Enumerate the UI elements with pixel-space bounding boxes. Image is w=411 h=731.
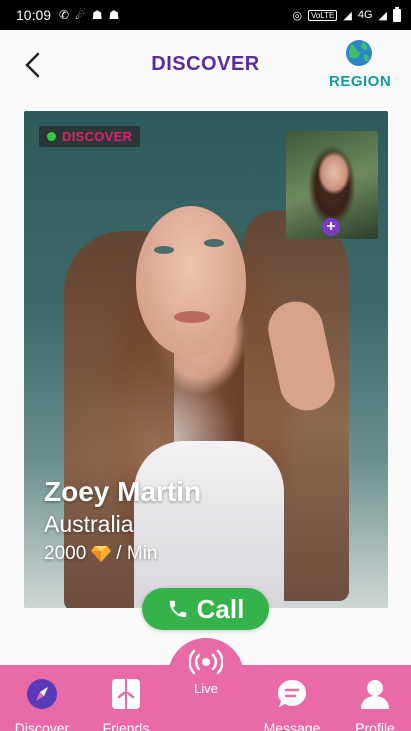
system-icons: ◎ VoLTE ◢ 4G ◢ xyxy=(292,6,401,22)
message-icon xyxy=(278,680,306,707)
battery-icon xyxy=(393,6,401,22)
online-dot-icon xyxy=(47,132,56,141)
network-type: 4G xyxy=(357,9,373,21)
photo-eye-left xyxy=(154,246,174,254)
discover-badge: DISCOVER xyxy=(39,126,141,147)
add-photo-icon[interactable]: + xyxy=(322,218,340,236)
secondary-photo-thumbnail[interactable]: + xyxy=(286,131,378,239)
phone-icon xyxy=(169,600,186,618)
profile-name: Zoey Martin xyxy=(44,476,202,507)
diamond-icon xyxy=(91,546,112,562)
status-bar: 10:09 ✆ ☄ ☗ ☗ ◎ VoLTE ◢ 4G ◢ xyxy=(0,0,411,30)
nav-discover[interactable]: Discover xyxy=(2,665,82,731)
nav-profile[interactable]: Profile xyxy=(335,665,411,731)
globe-icon xyxy=(346,40,372,66)
call-rate: 2000 / Min xyxy=(44,543,201,565)
badge-label: DISCOVER xyxy=(62,129,133,144)
notification-icons: ✆ ☄ ☗ ☗ xyxy=(59,8,119,22)
profile-info: Zoey Martin Australia 2000 / Min xyxy=(44,476,201,565)
live-broadcast-icon xyxy=(188,649,224,675)
nav-label: Discover xyxy=(14,720,70,731)
nav-friends[interactable]: Friends xyxy=(86,665,166,731)
call-button[interactable]: Call xyxy=(142,588,269,630)
nav-message[interactable]: Message xyxy=(252,665,332,731)
whatsapp-icon: ✆ xyxy=(59,8,70,22)
photo-eye-right xyxy=(204,239,224,247)
friends-icon xyxy=(112,679,140,709)
hotspot-icon: ◎ xyxy=(292,9,302,22)
region-label: REGION xyxy=(329,73,392,90)
nav-live[interactable]: Live xyxy=(168,638,244,714)
jio-icon: ☄ xyxy=(75,8,86,22)
region-button[interactable]: REGION xyxy=(329,38,392,90)
photo-lips xyxy=(174,311,210,323)
compass-icon xyxy=(27,679,57,709)
rate-unit: / Min xyxy=(116,543,158,564)
call-label: Call xyxy=(196,593,245,624)
status-time: 10:09 xyxy=(16,7,52,23)
nav-label: Message xyxy=(263,720,321,731)
nav-label: Live xyxy=(194,681,218,696)
header: DISCOVER REGION xyxy=(0,30,411,100)
profile-card[interactable]: DISCOVER + Zoey Martin Australia 2000 / … xyxy=(24,111,388,608)
signal-icon-2: ◢ xyxy=(378,9,387,22)
profile-icon xyxy=(361,680,389,709)
volte-icon: VoLTE xyxy=(307,9,338,21)
app-icon: ☗ xyxy=(91,8,103,22)
nav-label: Profile xyxy=(355,720,395,731)
app-icon-2: ☗ xyxy=(108,8,120,22)
profile-country: Australia xyxy=(44,511,134,537)
signal-icon: ◢ xyxy=(343,9,352,22)
photo-face xyxy=(136,206,246,356)
rate-amount: 2000 xyxy=(44,543,87,564)
nav-label: Friends xyxy=(102,720,150,731)
